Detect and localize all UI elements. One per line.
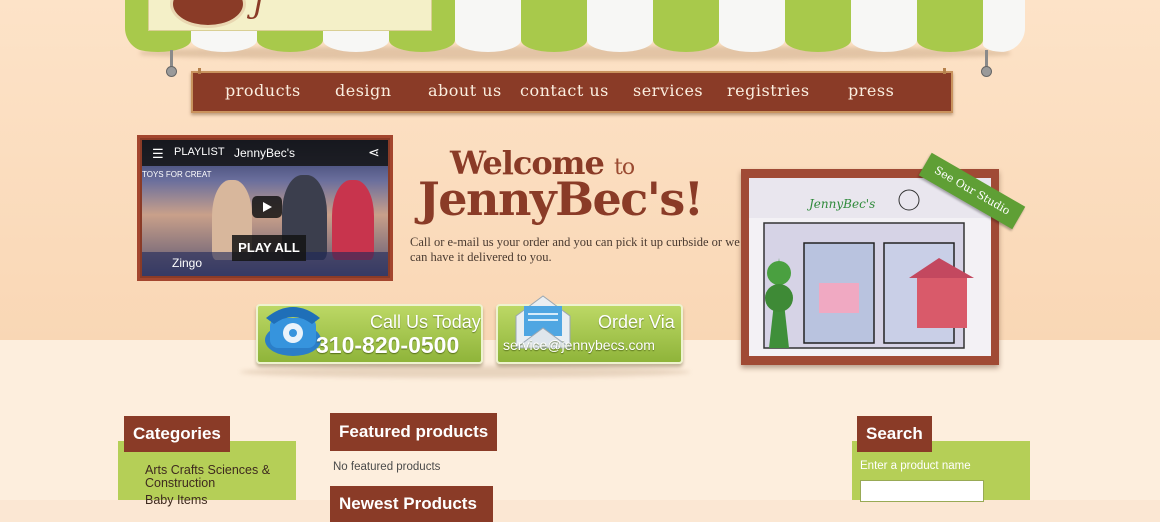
store-name-heading: JennyBec's!	[418, 172, 704, 226]
share-icon[interactable]: ⋖	[368, 144, 380, 161]
category-baby-items[interactable]: Baby Items	[145, 494, 208, 507]
phone-number[interactable]: 310-820-0500	[316, 332, 459, 359]
awning-stripe	[587, 0, 653, 52]
newest-products-title: Newest Products	[330, 486, 493, 522]
video-channel-title[interactable]: JennyBec's	[234, 146, 295, 160]
studio-sketch: JennyBec's	[749, 178, 991, 356]
nav-item-services[interactable]: services	[633, 81, 703, 100]
awning-stripe	[851, 0, 917, 52]
pole-knob	[981, 66, 992, 77]
nav-item-contact-us[interactable]: contact us	[520, 81, 609, 100]
awning-stripe	[917, 0, 983, 52]
nav-item-registries[interactable]: registries	[727, 81, 810, 100]
play-all-button[interactable]: PLAY ALL	[232, 235, 306, 261]
intro-text: Call or e-mail us your order and you can…	[410, 235, 740, 264]
video-overlay-text: Zingo	[172, 256, 203, 270]
call-us-button[interactable]: Call Us Today 310-820-0500	[256, 304, 483, 364]
video-player[interactable]: TOYS FOR CREAT Zingo ☰ PLAYLIST JennyBec…	[137, 135, 393, 281]
no-featured-text: No featured products	[333, 461, 441, 473]
order-via-email-button[interactable]: Order Via service@jennybecs.com	[496, 295, 683, 364]
awning-stripe	[785, 0, 851, 52]
nav-hanger	[943, 68, 946, 74]
order-via-title: Order Via	[598, 312, 675, 332]
studio-image[interactable]: JennyBec's	[749, 178, 991, 356]
nav-item-products[interactable]: products	[225, 81, 301, 100]
video-screen[interactable]: TOYS FOR CREAT Zingo ☰ PLAYLIST JennyBec…	[142, 140, 388, 276]
search-input[interactable]	[860, 480, 984, 502]
categories-title: Categories	[124, 416, 230, 452]
nav-item-press[interactable]: press	[848, 81, 894, 100]
search-title: Search	[857, 416, 932, 452]
play-icon[interactable]	[252, 196, 282, 218]
video-toys-text: TOYS FOR CREAT	[142, 170, 212, 179]
video-figure	[332, 180, 374, 260]
order-email[interactable]: service@jennybecs.com	[503, 337, 655, 353]
awning-stripe	[653, 0, 719, 52]
nav-item-about-us[interactable]: about us	[428, 81, 502, 100]
main-nav: products design about us contact us serv…	[191, 68, 953, 113]
pole-knob	[166, 66, 177, 77]
logo-script: J	[252, 0, 265, 21]
buttons-shadow	[240, 366, 690, 378]
video-title-bar: ☰ PLAYLIST JennyBec's ⋖	[142, 140, 388, 166]
nav-item-design[interactable]: design	[335, 81, 392, 100]
playlist-icon[interactable]: ☰	[152, 146, 164, 162]
featured-products-title: Featured products	[330, 413, 498, 451]
search-label: Enter a product name	[860, 460, 971, 472]
call-us-title: Call Us Today	[370, 312, 481, 332]
awning-stripe	[455, 0, 521, 52]
awning-stripe	[719, 0, 785, 52]
playlist-label[interactable]: PLAYLIST	[174, 146, 225, 158]
awning-stripe	[521, 0, 587, 52]
svg-text:JennyBec's: JennyBec's	[806, 197, 875, 211]
nav-hanger	[198, 68, 201, 74]
awning-stripe	[983, 0, 1025, 52]
category-arts-crafts[interactable]: Arts Crafts Sciences & Construction	[145, 464, 285, 490]
